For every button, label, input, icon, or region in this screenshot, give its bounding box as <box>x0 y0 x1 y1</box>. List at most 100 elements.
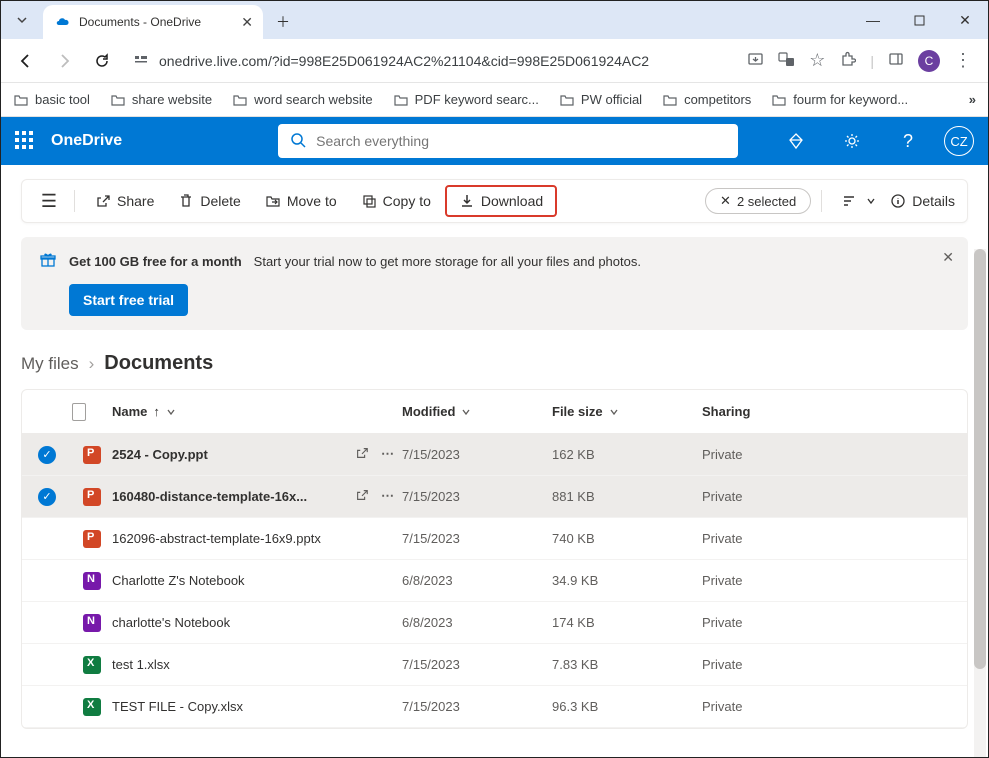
promo-subtext: Start your trial now to get more storage… <box>254 254 641 269</box>
size-cell: 174 KB <box>552 615 702 630</box>
side-panel-icon[interactable] <box>888 51 904 70</box>
bookmark-item[interactable]: word search website <box>232 92 373 108</box>
file-name: charlotte's Notebook <box>112 615 230 630</box>
tab-list-dropdown[interactable] <box>1 1 43 39</box>
file-type-icon <box>72 572 112 590</box>
settings-gear-icon[interactable] <box>832 132 872 150</box>
column-modified[interactable]: Modified <box>402 404 552 419</box>
file-name-cell[interactable]: 2524 - Copy.ppt ⋯ <box>112 446 402 463</box>
column-sharing[interactable]: Sharing <box>702 404 967 419</box>
chevron-right-icon: › <box>89 354 95 374</box>
table-row[interactable]: 162096-abstract-template-16x9.pptx 7/15/… <box>22 518 967 560</box>
more-icon[interactable]: ⋯ <box>381 446 394 463</box>
chrome-menu-icon[interactable]: ⋮ <box>954 50 972 71</box>
download-button[interactable]: Download <box>445 185 557 217</box>
hamburger-icon[interactable]: ☰ <box>34 191 64 212</box>
share-icon[interactable] <box>355 446 369 463</box>
bookmark-item[interactable]: fourm for keyword... <box>771 92 908 108</box>
table-row[interactable]: charlotte's Notebook 6/8/2023 174 KB Pri… <box>22 602 967 644</box>
bookmarks-bar: basic tool share website word search web… <box>1 83 988 117</box>
app-name[interactable]: OneDrive <box>51 132 122 150</box>
chevron-down-icon[interactable] <box>166 407 176 417</box>
size-cell: 96.3 KB <box>552 699 702 714</box>
file-name-cell[interactable]: 160480-distance-template-16x... ⋯ <box>112 488 402 505</box>
file-name-cell[interactable]: TEST FILE - Copy.xlsx <box>112 699 402 714</box>
more-icon[interactable]: ⋯ <box>381 488 394 505</box>
move-to-button[interactable]: Move to <box>255 187 347 215</box>
file-name-cell[interactable]: 162096-abstract-template-16x9.pptx <box>112 531 402 546</box>
delete-button[interactable]: Delete <box>168 187 250 215</box>
site-info-icon[interactable] <box>133 51 149 70</box>
help-icon[interactable]: ? <box>888 131 928 152</box>
file-table: Name ↑ Modified File size Sharing ✓ 2524… <box>21 389 968 729</box>
chevron-down-icon[interactable] <box>461 407 471 417</box>
file-name-cell[interactable]: test 1.xlsx <box>112 657 402 672</box>
profile-avatar[interactable]: C <box>918 50 940 72</box>
tab-title: Documents - OneDrive <box>79 15 201 29</box>
file-name-cell[interactable]: charlotte's Notebook <box>112 615 402 630</box>
start-trial-button[interactable]: Start free trial <box>69 284 188 316</box>
clear-selection-icon[interactable]: ✕ <box>720 193 731 209</box>
breadcrumb-root[interactable]: My files <box>21 354 79 374</box>
search-icon <box>290 132 306 151</box>
new-tab-button[interactable]: ＋ <box>269 8 297 36</box>
column-filesize[interactable]: File size <box>552 404 702 419</box>
bookmark-item[interactable]: PDF keyword searc... <box>393 92 539 108</box>
account-avatar[interactable]: CZ <box>944 126 974 156</box>
table-row[interactable]: ✓ 160480-distance-template-16x... ⋯ 7/15… <box>22 476 967 518</box>
sort-button[interactable] <box>842 194 876 208</box>
forward-button[interactable] <box>49 46 79 76</box>
search-input[interactable] <box>316 133 726 149</box>
copy-to-button[interactable]: Copy to <box>351 187 441 215</box>
row-checkbox[interactable]: ✓ <box>22 488 72 506</box>
bookmark-item[interactable]: competitors <box>662 92 751 108</box>
maximize-button[interactable] <box>896 1 942 39</box>
file-type-icon <box>72 488 112 506</box>
sharing-cell: Private <box>702 531 967 546</box>
bookmark-star-icon[interactable]: ☆ <box>809 50 825 71</box>
row-checkbox[interactable]: ✓ <box>22 446 72 464</box>
selection-count-pill[interactable]: ✕ 2 selected <box>705 188 811 214</box>
table-row[interactable]: TEST FILE - Copy.xlsx 7/15/2023 96.3 KB … <box>22 686 967 728</box>
table-header: Name ↑ Modified File size Sharing <box>22 390 967 434</box>
chevron-down-icon[interactable] <box>609 407 619 417</box>
details-button[interactable]: Details <box>890 193 955 209</box>
modified-cell: 6/8/2023 <box>402 573 552 588</box>
bookmark-item[interactable]: basic tool <box>13 92 90 108</box>
premium-icon[interactable] <box>776 132 816 150</box>
reload-button[interactable] <box>87 46 117 76</box>
file-type-icon <box>72 614 112 632</box>
omnibox[interactable]: onedrive.live.com/?id=998E25D061924AC2%2… <box>125 51 739 70</box>
file-name-cell[interactable]: Charlotte Z's Notebook <box>112 573 402 588</box>
back-button[interactable] <box>11 46 41 76</box>
extensions-icon[interactable] <box>839 51 856 71</box>
breadcrumb-current: Documents <box>104 352 213 375</box>
table-row[interactable]: ✓ 2524 - Copy.ppt ⋯ 7/15/2023 162 KB Pri… <box>22 434 967 476</box>
search-box[interactable] <box>278 124 738 158</box>
close-window-button[interactable]: ✕ <box>942 1 988 39</box>
modified-cell: 7/15/2023 <box>402 489 552 504</box>
bookmark-item[interactable]: PW official <box>559 92 642 108</box>
app-launcher-icon[interactable] <box>15 131 35 151</box>
file-type-icon <box>72 530 112 548</box>
size-cell: 740 KB <box>552 531 702 546</box>
modified-cell: 6/8/2023 <box>402 615 552 630</box>
file-type-icon <box>72 446 112 464</box>
table-row[interactable]: test 1.xlsx 7/15/2023 7.83 KB Private <box>22 644 967 686</box>
size-cell: 34.9 KB <box>552 573 702 588</box>
browser-tab[interactable]: Documents - OneDrive ✕ <box>43 5 263 39</box>
close-tab-icon[interactable]: ✕ <box>241 14 253 31</box>
column-name[interactable]: Name ↑ <box>112 404 402 419</box>
share-button[interactable]: Share <box>85 187 164 215</box>
minimize-button[interactable]: — <box>850 1 896 39</box>
upsell-banner: ✕ Get 100 GB free for a month Start your… <box>21 237 968 330</box>
install-app-icon[interactable] <box>747 51 764 71</box>
bookmark-item[interactable]: share website <box>110 92 212 108</box>
scrollbar[interactable] <box>974 249 986 757</box>
close-banner-icon[interactable]: ✕ <box>942 249 954 266</box>
size-cell: 881 KB <box>552 489 702 504</box>
table-row[interactable]: Charlotte Z's Notebook 6/8/2023 34.9 KB … <box>22 560 967 602</box>
share-icon[interactable] <box>355 488 369 505</box>
translate-icon[interactable] <box>778 51 795 71</box>
bookmarks-overflow-icon[interactable]: » <box>969 92 976 107</box>
